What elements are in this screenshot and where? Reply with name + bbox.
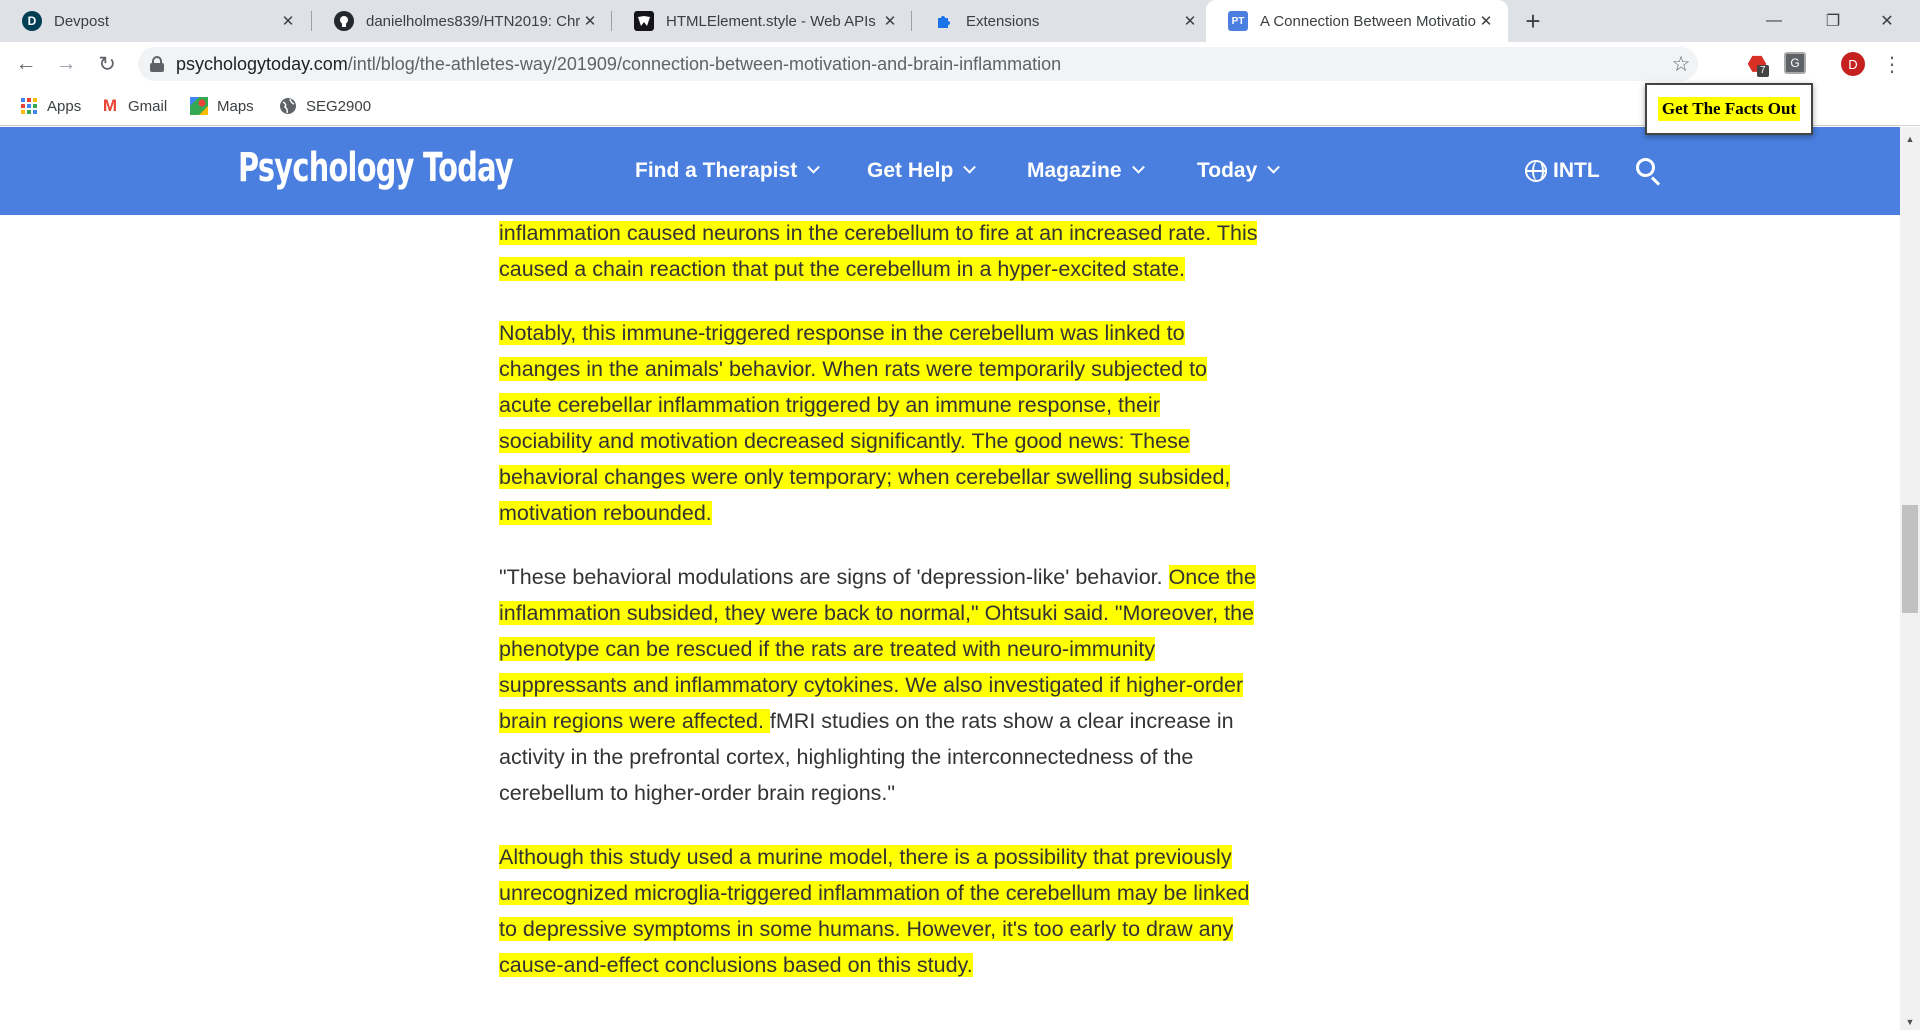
bookmark-maps[interactable]: Maps bbox=[189, 94, 254, 118]
intl-selector[interactable]: INTL bbox=[1525, 157, 1600, 185]
tab-devpost[interactable]: D Devpost ✕ bbox=[0, 0, 310, 42]
new-tab-button[interactable]: + bbox=[1520, 8, 1546, 35]
devpost-favicon-icon: D bbox=[22, 11, 42, 31]
article-paragraph: Although this study used a murine model,… bbox=[499, 839, 1259, 983]
tab-title: A Connection Between Motivatio bbox=[1260, 12, 1476, 30]
profile-avatar[interactable]: D bbox=[1841, 52, 1865, 76]
nav-find-a-therapist[interactable]: Find a Therapist bbox=[635, 157, 821, 185]
extension-facts-icon[interactable]: G bbox=[1784, 52, 1806, 74]
bookmark-apps[interactable]: Apps bbox=[19, 94, 81, 118]
nav-get-help[interactable]: Get Help bbox=[867, 157, 977, 185]
article-body: inflammation caused neurons in the cereb… bbox=[499, 215, 1259, 1011]
site-logo[interactable]: Psychology Today bbox=[238, 145, 514, 191]
tab-title: HTMLElement.style - Web APIs | M bbox=[666, 12, 880, 30]
apps-grid-icon bbox=[19, 96, 39, 116]
bookmark-star-icon[interactable]: ☆ bbox=[1664, 47, 1698, 81]
search-icon[interactable] bbox=[1636, 158, 1662, 186]
chrome-menu-icon[interactable]: ⋮ bbox=[1880, 50, 1904, 78]
psychology-today-favicon-icon: PT bbox=[1228, 11, 1248, 31]
chevron-down-icon bbox=[1267, 160, 1281, 174]
url-host: psychologytoday.com bbox=[176, 53, 348, 74]
close-icon[interactable]: ✕ bbox=[880, 11, 900, 31]
close-icon[interactable]: ✕ bbox=[1476, 11, 1496, 31]
bookmark-label: Gmail bbox=[128, 97, 168, 115]
tab-github[interactable]: danielholmes839/HTN2019: Chro ✕ bbox=[312, 0, 612, 42]
address-bar[interactable]: psychologytoday.com/intl/blog/the-athlet… bbox=[138, 47, 1698, 81]
github-favicon-icon bbox=[334, 11, 354, 31]
minimize-button[interactable]: — bbox=[1751, 0, 1797, 42]
scroll-up-arrow-icon[interactable]: ▲ bbox=[1900, 130, 1920, 147]
bookmark-label: Apps bbox=[47, 97, 82, 115]
site-header: Psychology Today Find a Therapist Get He… bbox=[0, 127, 1900, 215]
tab-strip: D Devpost ✕ danielholmes839/HTN2019: Chr… bbox=[0, 0, 1920, 42]
get-the-facts-out-button[interactable]: Get The Facts Out bbox=[1657, 97, 1801, 121]
extension-adblock-icon[interactable]: ⬣ 7 bbox=[1745, 51, 1769, 77]
nav-label: Get Help bbox=[867, 159, 954, 182]
mdn-favicon-icon bbox=[634, 11, 654, 31]
nav-today[interactable]: Today bbox=[1197, 157, 1281, 185]
article-text: "These behavioral modulations are signs … bbox=[499, 565, 1169, 589]
bookmark-label: SEG2900 bbox=[306, 97, 372, 115]
tab-title: Extensions bbox=[966, 12, 1040, 30]
close-window-button[interactable]: ✕ bbox=[1864, 0, 1910, 42]
nav-label: Find a Therapist bbox=[635, 159, 798, 182]
lock-icon[interactable] bbox=[150, 56, 164, 72]
bookmark-seg2900[interactable]: SEG2900 bbox=[278, 94, 371, 118]
chevron-down-icon bbox=[963, 160, 977, 174]
globe-icon bbox=[278, 96, 298, 116]
close-icon[interactable]: ✕ bbox=[1180, 11, 1200, 31]
scroll-down-arrow-icon[interactable]: ▼ bbox=[1900, 1013, 1920, 1030]
back-button[interactable]: ← bbox=[12, 50, 40, 78]
close-icon[interactable]: ✕ bbox=[580, 11, 600, 31]
maps-icon bbox=[189, 96, 209, 116]
close-icon[interactable]: ✕ bbox=[278, 11, 298, 31]
restore-button[interactable]: ❐ bbox=[1810, 0, 1856, 42]
url-path: /intl/blog/the-athletes-way/201909/conne… bbox=[347, 53, 1062, 74]
intl-label: INTL bbox=[1553, 159, 1600, 182]
tab-extensions[interactable]: Extensions ✕ bbox=[912, 0, 1212, 42]
extension-badge: 7 bbox=[1757, 65, 1769, 77]
highlighted-text: inflammation caused neurons in the cereb… bbox=[499, 221, 1258, 281]
scrollbar-thumb[interactable] bbox=[1902, 505, 1918, 613]
nav-label: Today bbox=[1197, 159, 1258, 182]
chevron-down-icon bbox=[1131, 160, 1145, 174]
nav-magazine[interactable]: Magazine bbox=[1027, 157, 1145, 185]
bookmark-gmail[interactable]: M Gmail bbox=[100, 94, 167, 118]
article-paragraph: Notably, this immune-triggered response … bbox=[499, 315, 1259, 531]
extension-popup: Get The Facts Out bbox=[1645, 83, 1813, 135]
bookmark-label: Maps bbox=[217, 97, 254, 115]
puzzle-icon bbox=[934, 11, 954, 31]
browser-toolbar: ← → ↻ psychologytoday.com/intl/blog/the-… bbox=[0, 42, 1920, 86]
tab-title: Devpost bbox=[54, 12, 110, 30]
nav-label: Magazine bbox=[1027, 159, 1122, 182]
tab-psychology-today[interactable]: PT A Connection Between Motivatio ✕ bbox=[1206, 0, 1508, 42]
forward-button[interactable]: → bbox=[52, 50, 80, 78]
reload-button[interactable]: ↻ bbox=[93, 50, 121, 78]
article-paragraph: inflammation caused neurons in the cereb… bbox=[499, 215, 1259, 287]
gmail-icon: M bbox=[102, 96, 118, 115]
tab-mdn[interactable]: HTMLElement.style - Web APIs | M ✕ bbox=[612, 0, 912, 42]
article-paragraph: "These behavioral modulations are signs … bbox=[499, 559, 1259, 811]
bookmarks-bar: Apps M Gmail Maps SEG2900 bbox=[0, 86, 1920, 126]
page-scrollbar[interactable]: ▲ ▼ bbox=[1900, 127, 1920, 1030]
tab-title: danielholmes839/HTN2019: Chro bbox=[366, 12, 580, 30]
globe-icon bbox=[1525, 160, 1547, 182]
chevron-down-icon bbox=[807, 160, 821, 174]
